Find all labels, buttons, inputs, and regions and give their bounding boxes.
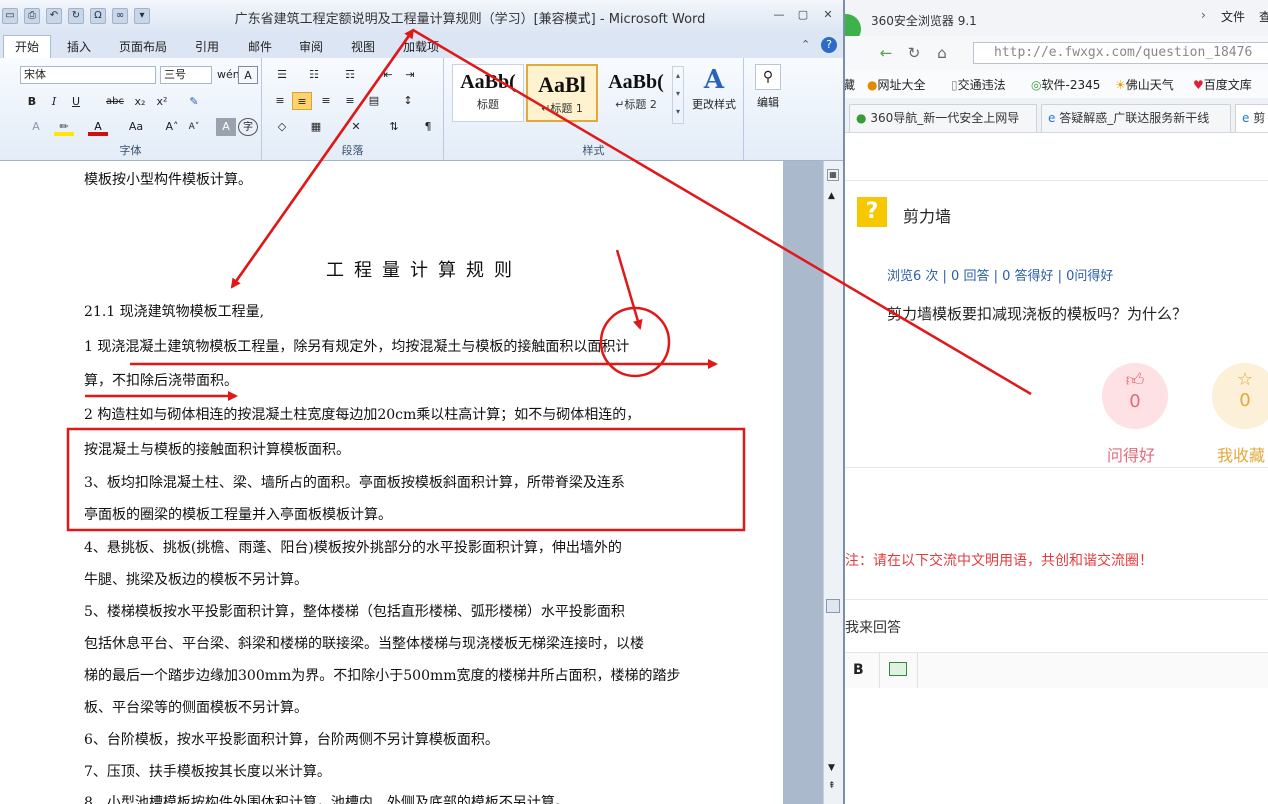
annotation-box [66, 427, 746, 532]
annotation-circle [599, 306, 671, 378]
annotation-arrow [412, 28, 1032, 396]
annotation-overlay [66, 28, 1032, 532]
annotation-arrow [230, 28, 415, 288]
annotation-arrow [615, 249, 643, 330]
